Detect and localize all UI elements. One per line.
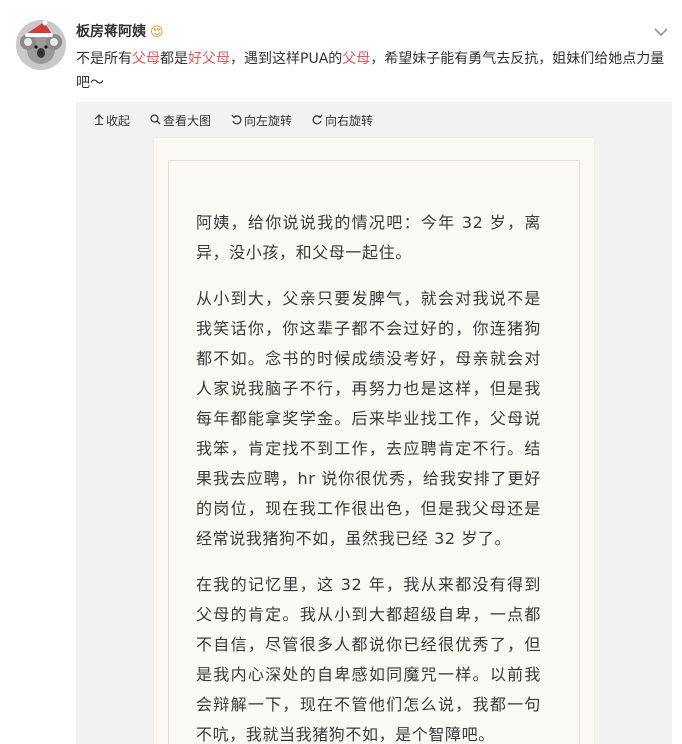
collapse-label: 收起: [106, 114, 131, 128]
topic-tag-link[interactable]: 父母: [342, 51, 370, 67]
rotate-right-icon: [312, 114, 323, 128]
arrow-up-icon: [94, 113, 104, 128]
collapse-button[interactable]: 收起: [94, 112, 130, 129]
letter-image[interactable]: 阿姨，给你说说我的情况吧：今年 32 岁，离异，没小孩，和父母一起住。 从小到大…: [154, 138, 594, 744]
post-text: 不是所有父母都是好父母，遇到这样PUA的父母，希望妹子能有勇气去反抗，姐妹们给她…: [76, 47, 666, 95]
rotate-left-icon: [231, 114, 242, 128]
letter-paragraph-3: 在我的记忆里，这 32 年，我从来都没有得到父母的肯定。我从小到大都超级自卑，一…: [196, 575, 541, 744]
letter-paragraph-1: 阿姨，给你说说我的情况吧：今年 32 岁，离异，没小孩，和父母一起住。: [196, 213, 541, 262]
view-large-button[interactable]: 查看大图: [150, 112, 211, 129]
image-viewer: 收起 查看大图 向左旋转 向右旋转 阿姨，给你说说我的情况吧：今年 32 岁，离…: [76, 102, 672, 744]
rotate-right-button[interactable]: 向右旋转: [312, 112, 373, 129]
image-toolbar: 收起 查看大图 向左旋转 向右旋转: [94, 112, 373, 129]
post-text-segment: 都是: [160, 51, 188, 67]
chevron-down-icon[interactable]: [654, 22, 668, 41]
topic-tag-link[interactable]: 父母: [132, 51, 160, 67]
view-large-label: 查看大图: [163, 114, 212, 128]
letter-text: 阿姨，给你说说我的情况吧：今年 32 岁，离异，没小孩，和父母一起住。 从小到大…: [196, 208, 541, 744]
topic-tag-link[interactable]: 好父母: [188, 51, 230, 67]
author-name[interactable]: 板房蒋阿姨 😍: [76, 21, 164, 41]
koala-avatar-icon: [16, 20, 66, 70]
post-text-segment: 不是所有: [76, 51, 132, 67]
rotate-left-label: 向左旋转: [244, 114, 293, 128]
letter-paragraph-2: 从小到大，父亲只要发脾气，就会对我说不是我笑话你，你这辈子都不会过好的，你连猪狗…: [196, 289, 541, 548]
rotate-right-label: 向右旋转: [325, 114, 374, 128]
post-text-segment: ，遇到这样PUA的: [230, 51, 343, 67]
heart-eyes-emoji-icon: 😍: [150, 25, 164, 40]
rotate-left-button[interactable]: 向左旋转: [231, 112, 292, 129]
avatar[interactable]: [16, 20, 66, 70]
author-name-text[interactable]: 板房蒋阿姨: [76, 24, 146, 40]
search-icon: [150, 113, 161, 128]
